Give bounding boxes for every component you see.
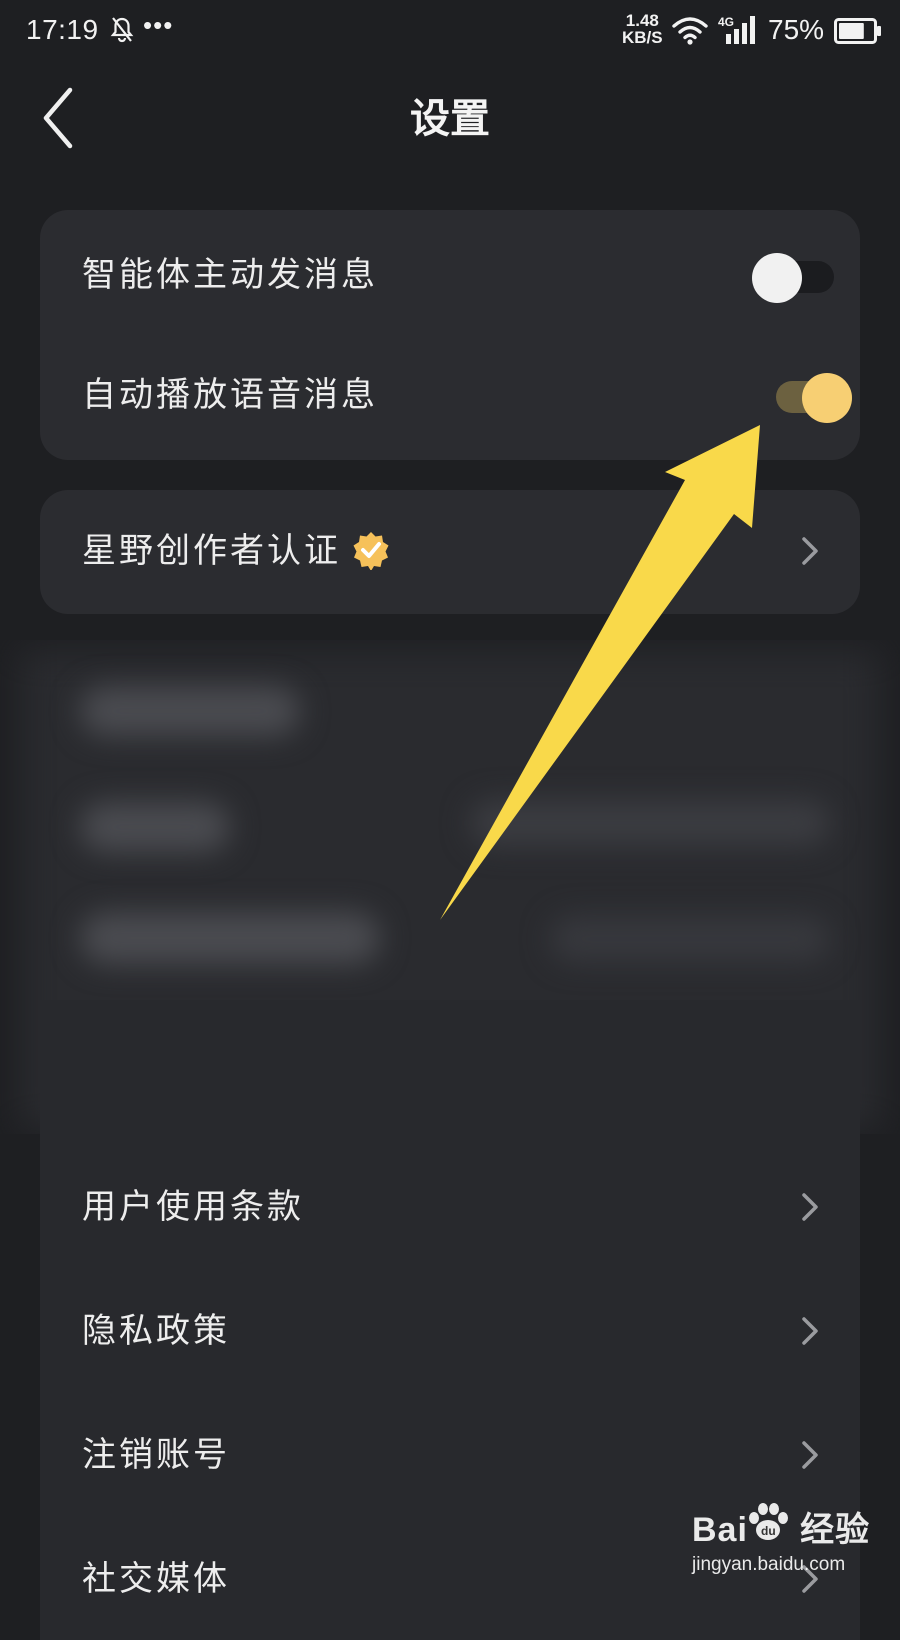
setting-label: 隐私政策 [82,1311,230,1351]
blurred-text [470,800,830,846]
setting-label: 自动播放语音消息 [82,375,378,415]
bell-off-icon [110,17,134,43]
status-bar: 17:19 ••• 1.48 KB/S 4G 75% [0,0,900,64]
header: 设置 [0,64,900,172]
toggle-knob [752,253,802,303]
toggle-settings-card: 智能体主动发消息 自动播放语音消息 [40,210,860,460]
setting-label: 社交媒体 [82,1559,230,1599]
setting-label: 注销账号 [82,1435,230,1475]
svg-text:du: du [761,1524,776,1538]
setting-label: 智能体主动发消息 [82,255,378,295]
setting-label: 用户使用条款 [82,1187,304,1227]
page-title: 设置 [410,95,490,142]
creator-certification-card[interactable]: 星野创作者认证 [40,490,860,614]
wifi-icon [672,17,708,45]
watermark-url: jingyan.baidu.com [692,1554,846,1575]
cellular-signal-icon: 4G [718,15,755,44]
blurred-text [80,802,230,852]
chevron-right-icon [802,1193,818,1221]
chevron-right-icon [802,1441,818,1469]
toggle-knob [802,373,852,423]
chevron-right-icon [802,537,818,565]
speed-unit: KB/S [622,28,663,47]
setting-row-auto-play-voice: 自动播放语音消息 [40,334,860,456]
status-time: 17:19 [26,14,99,45]
chevron-right-icon [802,1317,818,1345]
battery-percent: 75% [768,14,825,45]
verified-badge-icon [353,532,389,570]
speed-value: 1.48 [625,11,659,30]
setting-row-agent-messages: 智能体主动发消息 [40,214,860,336]
blurred-text [550,916,830,962]
creator-certification-row[interactable]: 星野创作者认证 [40,490,860,612]
more-notifications-icon: ••• [143,10,174,40]
link-row-delete-account[interactable]: 注销账号 [40,1394,860,1516]
auto-play-voice-toggle[interactable] [770,373,852,423]
setting-label: 星野创作者认证 [82,490,391,612]
network-speed: 1.48 KB/S [622,12,663,46]
baidu-jingyan-watermark: Bai 经验 du jingyan.baidu.com [690,1500,890,1590]
link-row-privacy[interactable]: 隐私政策 [40,1270,860,1392]
creator-certification-label: 星野创作者认证 [82,531,341,571]
blurred-text [80,912,380,964]
battery-icon [834,18,881,44]
paw-icon: du [749,1503,788,1540]
agent-messages-toggle[interactable] [752,253,834,303]
blurred-text [80,686,300,736]
network-type: 4G [718,15,734,29]
link-row-terms[interactable]: 用户使用条款 [40,1146,860,1268]
